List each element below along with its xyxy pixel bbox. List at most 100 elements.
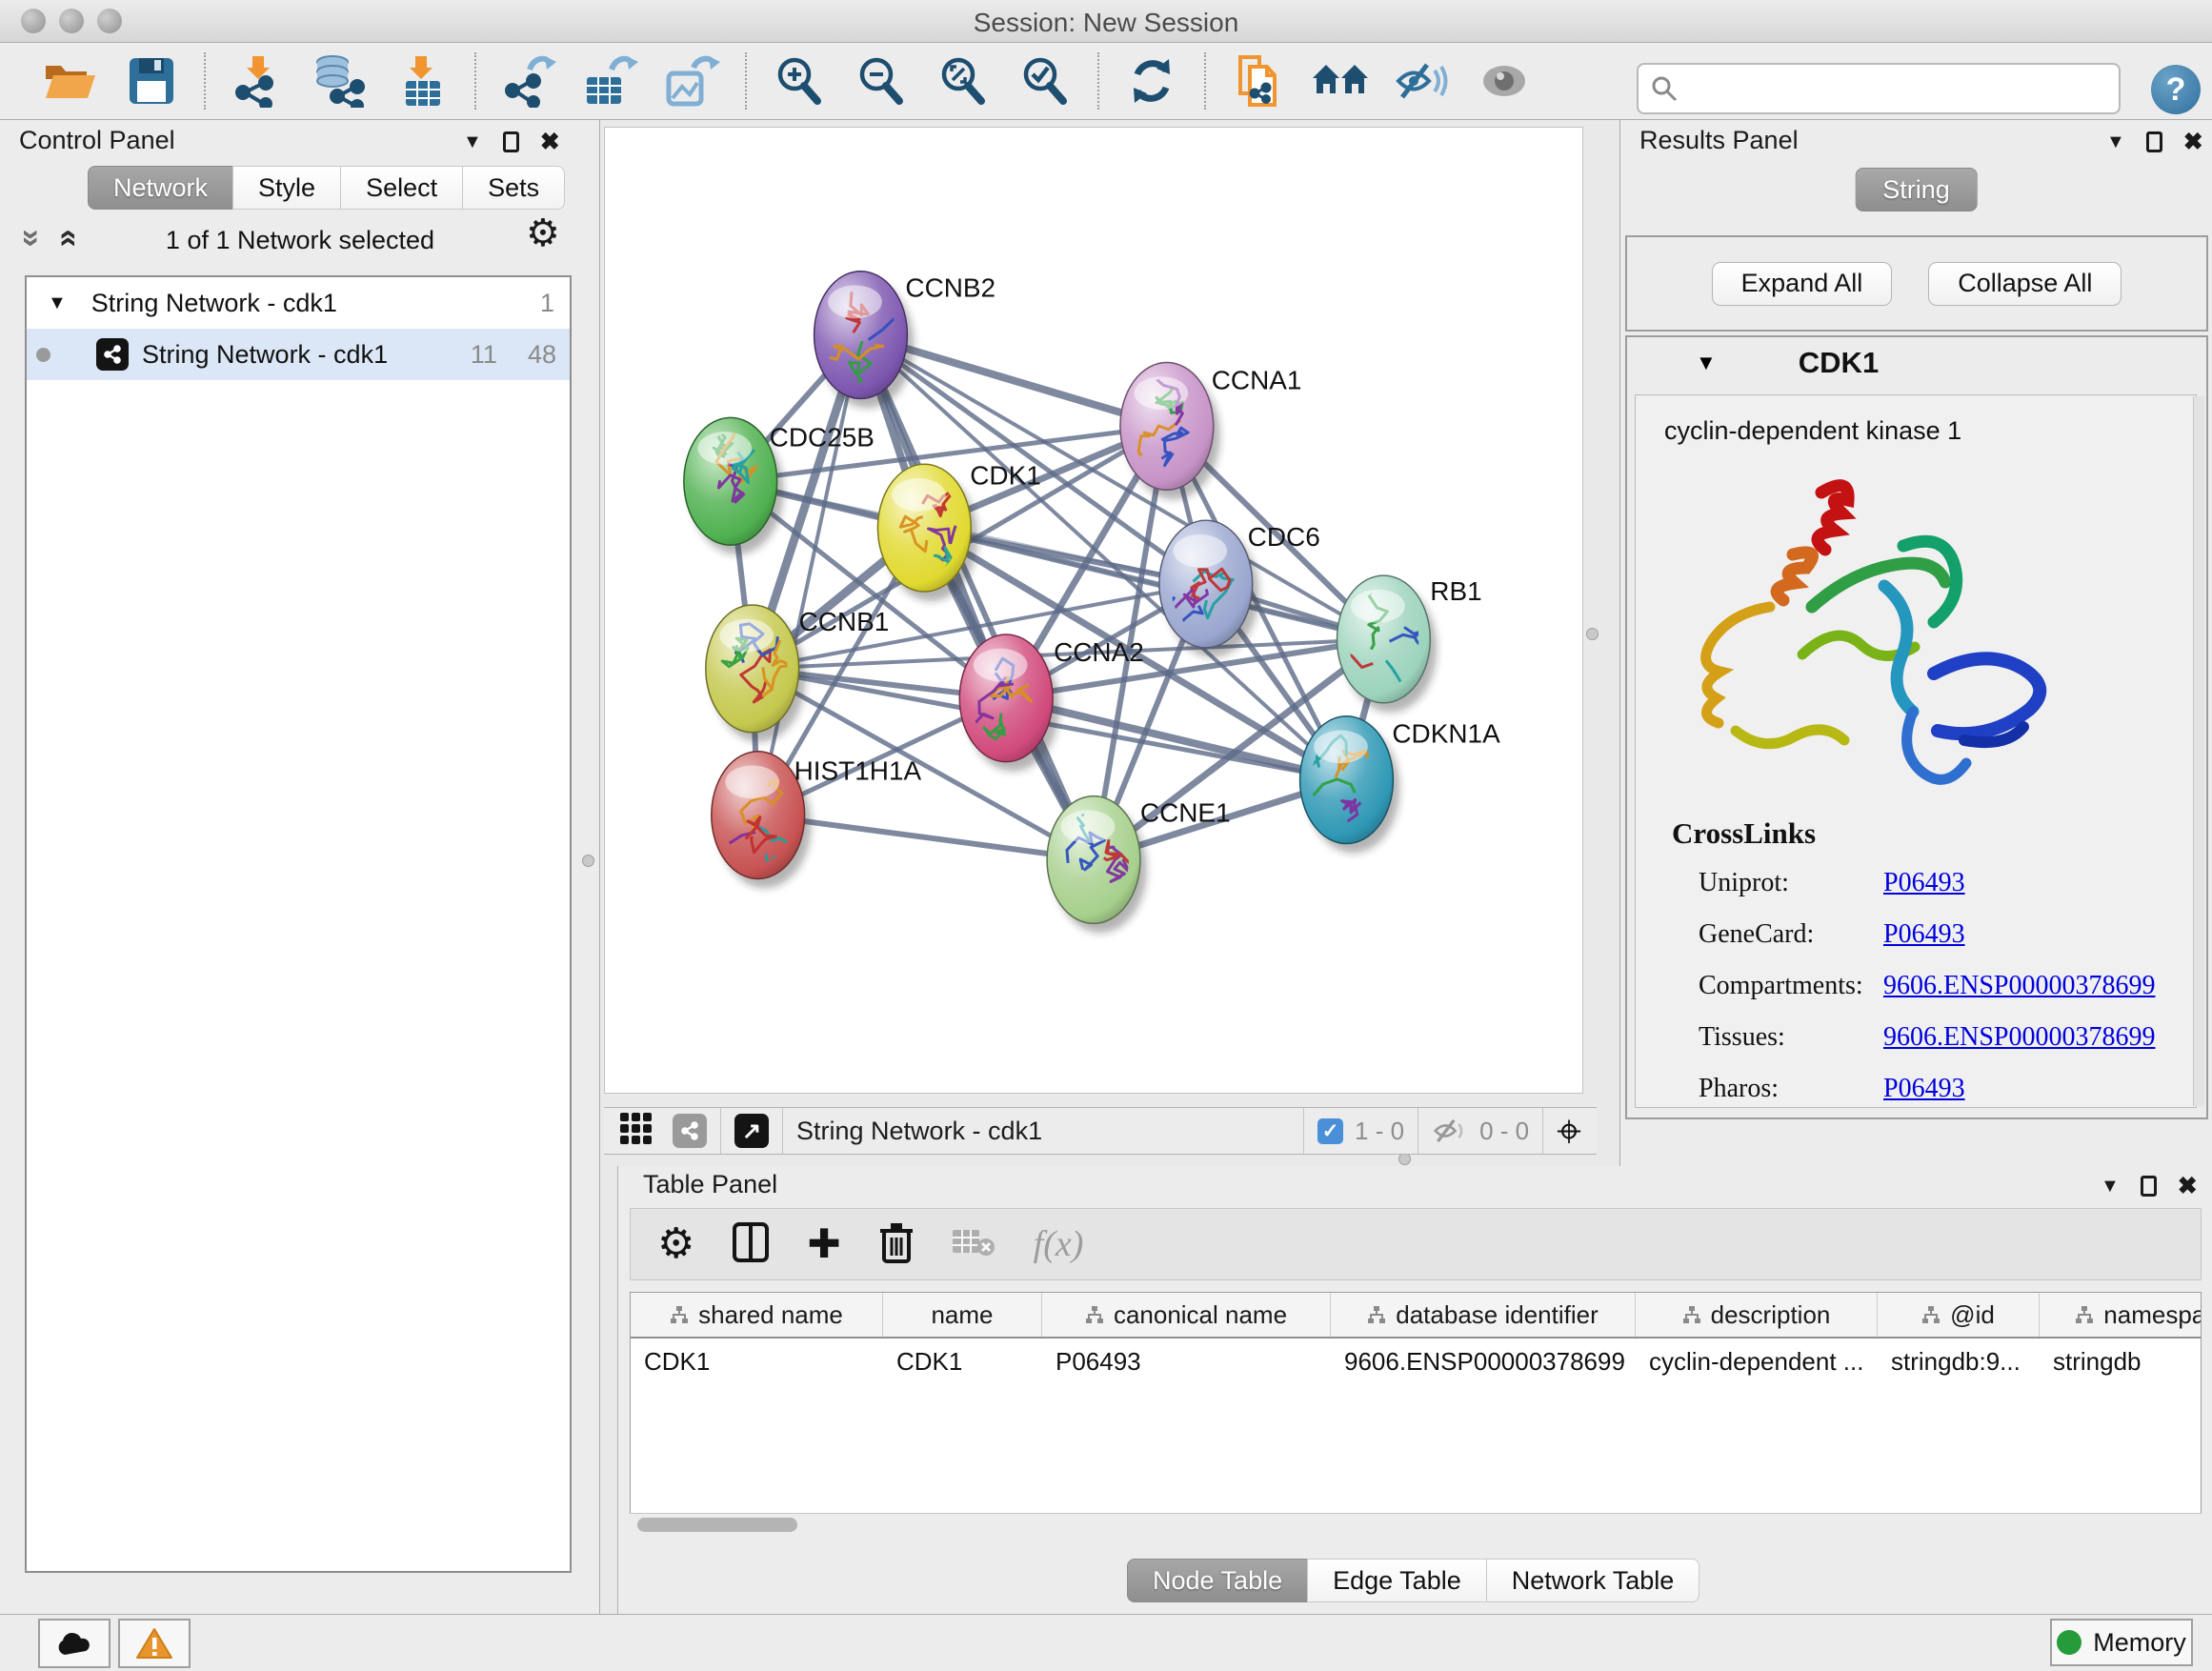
search-icon: [1650, 74, 1679, 103]
table-cell[interactable]: P06493: [1042, 1339, 1331, 1384]
warnings-button[interactable]: [118, 1619, 191, 1668]
panel-float-icon[interactable]: [2146, 131, 2162, 152]
help-button[interactable]: ?: [2151, 65, 2201, 114]
import-network-button[interactable]: [217, 50, 299, 111]
tab-node-table[interactable]: Node Table: [1127, 1559, 1308, 1602]
refresh-button[interactable]: [1111, 50, 1193, 111]
left-splitter-handle[interactable]: [582, 855, 594, 867]
node-label: CCNB1: [799, 607, 890, 636]
save-session-button[interactable]: [111, 50, 192, 111]
duplicate-network-icon: [1233, 53, 1284, 109]
crosslink-link[interactable]: P06493: [1883, 919, 2155, 950]
table-cell[interactable]: stringdb: [2040, 1339, 2202, 1384]
search-input[interactable]: [1637, 63, 2121, 114]
network-collection-row[interactable]: ▼ String Network - cdk1 1: [27, 277, 570, 329]
panel-close-icon[interactable]: ✖: [2178, 1172, 2198, 1200]
crosslink-link[interactable]: 9606.ENSP00000378699: [1883, 971, 2155, 1001]
table-cell[interactable]: CDK1: [883, 1339, 1042, 1384]
panel-float-icon[interactable]: [2141, 1176, 2157, 1197]
column-header[interactable]: description: [1636, 1293, 1878, 1337]
zoom-fit-button[interactable]: [922, 50, 1004, 111]
column-header[interactable]: canonical name: [1042, 1293, 1331, 1337]
gear-icon[interactable]: ⚙: [526, 211, 560, 255]
warning-icon: [135, 1627, 173, 1660]
show-columns-icon[interactable]: [733, 1222, 769, 1267]
export-network-icon: [501, 54, 556, 108]
tab-style[interactable]: Style: [232, 166, 341, 210]
tab-select[interactable]: Select: [340, 166, 463, 210]
tab-sets[interactable]: Sets: [462, 166, 565, 210]
column-header[interactable]: namespace: [2040, 1293, 2202, 1337]
table-cell[interactable]: cyclin-dependent ...: [1636, 1339, 1878, 1384]
zoom-fit-icon: [937, 55, 989, 107]
column-header[interactable]: name: [883, 1293, 1042, 1337]
node-table[interactable]: shared namename canonical name database id…: [630, 1292, 2202, 1536]
table-horizontal-scrollbar[interactable]: [630, 1513, 2202, 1536]
network-graph[interactable]: CCNB2CCNA1CDC25BCDK1CDC6RB1CCNB1CCNA2CDK…: [605, 128, 1582, 1093]
crosslink-label: GeneCard:: [1699, 919, 1874, 950]
panel-menu-icon[interactable]: ▼: [2106, 131, 2125, 153]
delete-column-icon[interactable]: [879, 1221, 914, 1268]
export-network-button[interactable]: [488, 50, 570, 111]
column-header[interactable]: database identifier: [1331, 1293, 1636, 1337]
open-in-browser-icon[interactable]: ↗: [734, 1114, 769, 1148]
column-header[interactable]: shared name: [631, 1293, 883, 1337]
column-header[interactable]: @id: [1878, 1293, 2040, 1337]
gene-details: cyclin-dependent kinase 1 CrossLinks: [1635, 394, 2197, 1108]
string-network-icon: [96, 338, 129, 371]
tab-network-table[interactable]: Network Table: [1486, 1559, 1700, 1602]
tab-edge-table[interactable]: Edge Table: [1307, 1559, 1487, 1602]
results-scrollbar[interactable]: [2193, 396, 2204, 1106]
network-canvas[interactable]: CCNB2CCNA1CDC25BCDK1CDC6RB1CCNB1CCNA2CDK…: [604, 127, 1583, 1094]
export-image-button[interactable]: [652, 50, 734, 111]
column-type-icon: [1682, 1306, 1701, 1324]
panel-close-icon[interactable]: ✖: [2183, 128, 2203, 156]
crosslink-link[interactable]: 9606.ENSP00000378699: [1883, 1022, 2155, 1053]
show-all-button[interactable]: [1463, 50, 1545, 111]
panel-float-icon[interactable]: [503, 131, 519, 152]
gene-section: ▼ CDK1 cyclin-dependent kinase 1: [1625, 335, 2208, 1119]
hide-selected-button[interactable]: [1381, 50, 1463, 111]
eye-icon: [1479, 60, 1529, 102]
collapse-arrow-icon[interactable]: ▼: [1696, 351, 1717, 375]
expand-all-button[interactable]: Expand All: [1712, 262, 1893, 306]
title-bar: Session: New Session: [0, 0, 2212, 43]
crosslink-link[interactable]: P06493: [1883, 868, 2155, 898]
birdseye-grid-icon[interactable]: [619, 1112, 654, 1151]
gene-symbol: CDK1: [1799, 346, 1879, 380]
right-splitter-handle[interactable]: [1586, 628, 1599, 640]
panel-menu-icon[interactable]: ▼: [463, 131, 482, 153]
table-cell[interactable]: stringdb:9...: [1878, 1339, 2040, 1384]
tab-string[interactable]: String: [1855, 168, 1978, 211]
table-cell[interactable]: CDK1: [631, 1339, 883, 1384]
open-session-button[interactable]: [29, 50, 111, 111]
zoom-selected-button[interactable]: [1004, 50, 1086, 111]
duplicate-network-button[interactable]: [1217, 50, 1299, 111]
import-table-button[interactable]: [381, 50, 463, 111]
table-row[interactable]: CDK1CDK1P064939606.ENSP00000378699cyclin…: [631, 1339, 2201, 1384]
string-style-icon[interactable]: [673, 1114, 707, 1148]
table-header-row: shared namename canonical name database id…: [631, 1293, 2201, 1339]
table-cell[interactable]: 9606.ENSP00000378699: [1331, 1339, 1636, 1384]
column-header-label: canonical name: [1114, 1300, 1287, 1330]
import-network-icon: [231, 54, 285, 108]
network-row[interactable]: String Network - cdk1 11 48: [27, 329, 570, 380]
panel-menu-icon[interactable]: ▼: [2101, 1176, 2120, 1198]
cloud-status-button[interactable]: [38, 1619, 111, 1668]
zoom-in-button[interactable]: [758, 50, 840, 111]
export-table-button[interactable]: [570, 50, 652, 111]
tab-network[interactable]: Network: [88, 166, 233, 210]
selected-checkbox-icon[interactable]: ✓: [1317, 1118, 1343, 1144]
collapse-arrow-icon[interactable]: ▼: [48, 292, 67, 314]
collapse-all-button[interactable]: Collapse All: [1928, 262, 2122, 306]
scrollbar-thumb[interactable]: [637, 1518, 797, 1532]
zoom-out-button[interactable]: [840, 50, 922, 111]
protein-structure-image: [1679, 464, 2060, 826]
crosslink-link[interactable]: P06493: [1883, 1074, 2155, 1104]
panel-close-icon[interactable]: ✖: [540, 128, 560, 156]
memory-button[interactable]: Memory: [2050, 1619, 2193, 1666]
network-view-title: String Network - cdk1: [796, 1117, 1042, 1146]
import-network-from-database-button[interactable]: [299, 50, 381, 111]
first-neighbors-button[interactable]: [1299, 50, 1381, 111]
gene-section-header[interactable]: ▼ CDK1: [1627, 337, 2206, 389]
